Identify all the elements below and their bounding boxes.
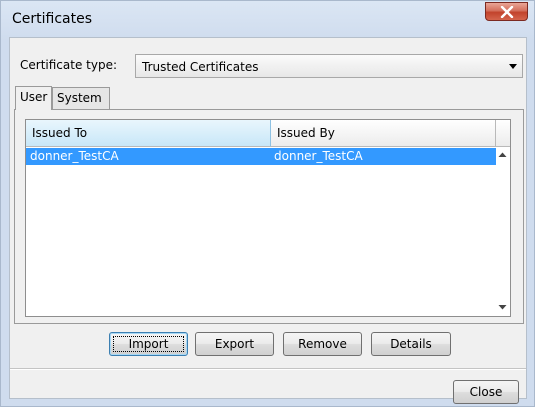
import-button[interactable]: Import: [109, 332, 188, 356]
column-header-issued-to-label: Issued To: [32, 126, 88, 140]
tab-system-label: System: [57, 91, 102, 105]
close-window-button[interactable]: [485, 2, 528, 21]
details-button[interactable]: Details: [371, 332, 451, 356]
tab-user[interactable]: User: [15, 86, 52, 110]
import-button-label: Import: [128, 337, 169, 351]
dialog-content: Certificate type: Trusted Certificates U…: [9, 37, 527, 404]
table-header: Issued To Issued By: [26, 120, 510, 147]
scroll-down-arrow-icon[interactable]: [498, 304, 507, 311]
chevron-down-icon: [509, 64, 517, 69]
export-button[interactable]: Export: [195, 332, 274, 356]
export-button-label: Export: [214, 337, 255, 351]
certificate-type-value: Trusted Certificates: [142, 60, 259, 74]
scroll-up-arrow-icon[interactable]: [498, 151, 507, 158]
column-header-issued-by[interactable]: Issued By: [271, 120, 496, 147]
certificates-table: Issued To Issued By donner_TestCA donner…: [25, 119, 511, 317]
tab-user-label: User: [20, 90, 48, 104]
remove-button-label: Remove: [298, 337, 347, 351]
certificates-window: Certificates Certificate type: Trusted C…: [0, 0, 535, 407]
header-corner: [496, 120, 510, 147]
tab-system[interactable]: System: [52, 87, 110, 109]
table-row[interactable]: donner_TestCA donner_TestCA: [26, 148, 496, 165]
close-button[interactable]: Close: [453, 380, 519, 404]
close-x-icon: [500, 6, 514, 18]
certificate-type-dropdown[interactable]: Trusted Certificates: [135, 54, 523, 78]
column-header-issued-by-label: Issued By: [277, 126, 335, 140]
close-button-label: Close: [469, 385, 503, 399]
cell-issued-to: donner_TestCA: [30, 149, 119, 163]
column-header-issued-to[interactable]: Issued To: [26, 120, 271, 147]
divider: [10, 368, 526, 370]
certificate-type-label: Certificate type:: [20, 58, 117, 72]
cell-issued-by: donner_TestCA: [274, 149, 363, 163]
user-tab-panel: Issued To Issued By donner_TestCA donner…: [14, 109, 524, 324]
details-button-label: Details: [390, 337, 432, 351]
window-title: Certificates: [12, 11, 93, 27]
title-bar[interactable]: Certificates: [1, 1, 534, 37]
remove-button[interactable]: Remove: [283, 332, 362, 356]
